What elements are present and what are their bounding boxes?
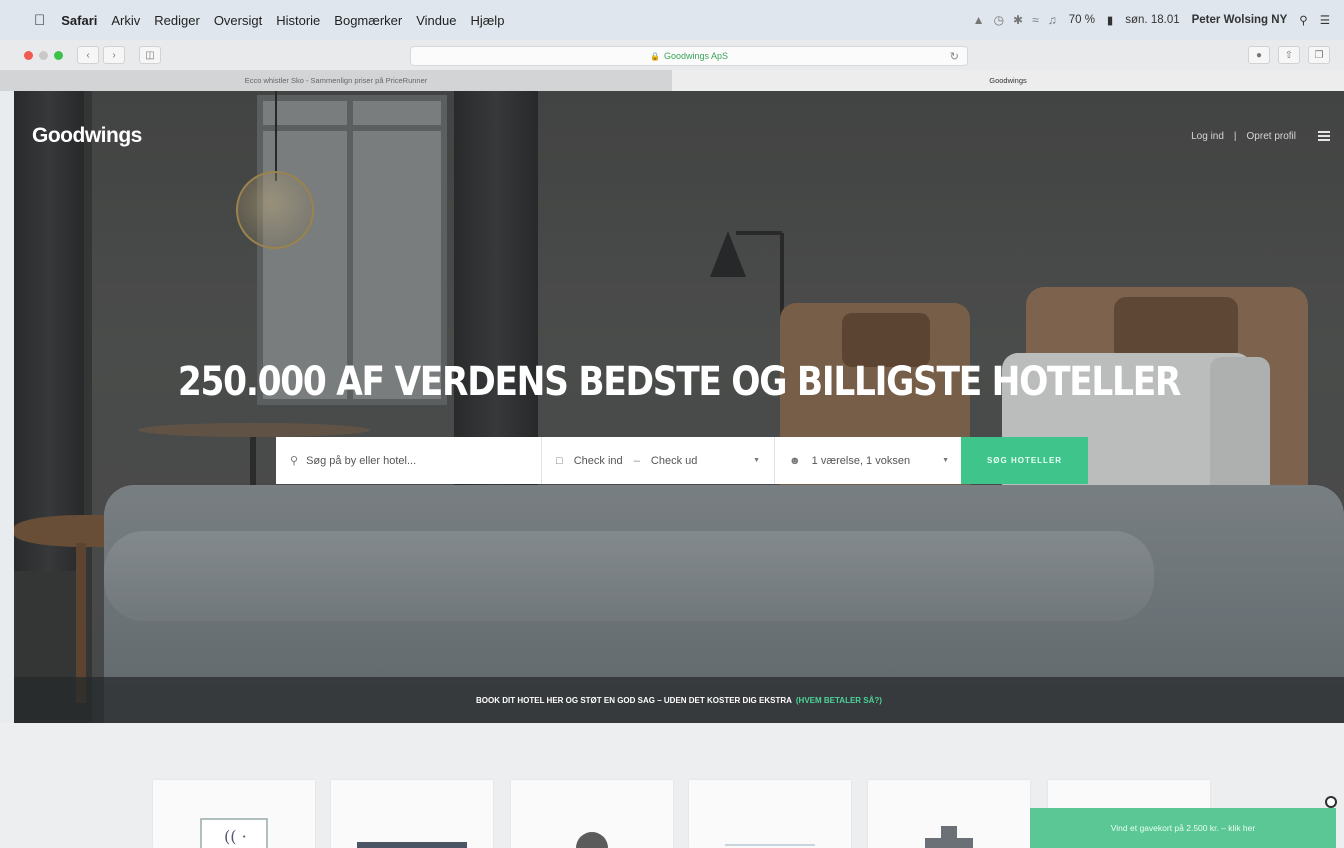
partner-logo-icon: (( · [200,818,268,848]
lock-icon: 🔒 [649,51,660,61]
status-area: ▲ ◷ ✱ ≈ ♫ 70 % ▮ søn. 18.01 Peter Wolsin… [973,13,1330,27]
dropbox-icon[interactable]: ▲ [973,13,985,27]
minimize-window-icon[interactable] [39,50,48,60]
browser-toolbar: ‹ › ◫ 🔒 Goodwings ApS ↻ ● ⇧ ❐ [0,40,1344,70]
guests-select[interactable]: ☻ 1 værelse, 1 voksen ▼ [775,437,961,484]
auth-divider: | [1233,131,1237,142]
search-icon: ⚲ [290,455,299,467]
partner-logo-icon [576,832,608,848]
search-hotels-button[interactable]: SØG HOTELLER [961,437,1088,484]
svg-text:(( ·: (( · [224,827,247,846]
battery-percent[interactable]: 70 % [1069,14,1095,26]
menu-rediger[interactable]: Rediger [154,13,200,28]
reload-icon[interactable]: ↻ [950,50,959,63]
login-link[interactable]: Log ind [1191,131,1224,142]
macos-menu-bar:  Safari Arkiv Rediger Oversigt Historie… [0,0,1344,40]
menu-vindue[interactable]: Vindue [416,13,456,28]
address-text: Goodwings ApS [663,51,728,61]
site-logo[interactable]: Goodwings [32,124,142,148]
promo-banner[interactable]: Vind et gavekort på 2.500 kr. – klik her [1030,808,1336,848]
checkout-label: Check ud [650,454,698,467]
tab-bar: Ecco whistler Sko - Sammenlign priser på… [0,70,1344,91]
destination-input[interactable]: ⚲ Søg på by eller hotel... [276,437,542,484]
auth-links: Log ind | Opret profil [1191,131,1296,142]
partner-card[interactable] [689,780,851,848]
chevron-down-icon: ▼ [753,457,760,464]
tab-pricerunner[interactable]: Ecco whistler Sko - Sammenlign priser på… [0,70,672,91]
address-bar[interactable]: 🔒 Goodwings ApS ↻ [410,46,968,66]
partner-card[interactable] [868,780,1030,848]
plus-cross-icon [925,826,973,848]
partner-card[interactable] [511,780,673,848]
date-range-picker[interactable]: □ Check ind – Check ud ▼ [542,437,775,484]
wifi-icon[interactable]: ≈ [1032,13,1039,27]
hero-section: Goodwings Log ind | Opret profil 250.000… [14,91,1344,723]
menu-hjaelp[interactable]: Hjælp [470,13,504,28]
volume-icon[interactable]: ♫ [1048,13,1057,27]
date-separator: – [633,454,640,467]
window-controls [24,50,63,60]
menu-app-name[interactable]: Safari [61,13,97,28]
tab-goodwings[interactable]: Goodwings [672,70,1344,91]
nav-buttons: ‹ › [77,46,125,64]
hotel-search-form: ⚲ Søg på by eller hotel... □ Check ind –… [276,437,1088,484]
zoom-window-icon[interactable] [54,50,63,60]
menu-oversigt[interactable]: Oversigt [214,13,262,28]
signup-link[interactable]: Opret profil [1247,131,1296,142]
menu-arkiv[interactable]: Arkiv [111,13,140,28]
clock[interactable]: søn. 18.01 [1125,14,1179,26]
hamburger-menu-icon[interactable] [1318,131,1330,141]
back-icon[interactable]: ‹ [77,46,99,64]
notification-center-icon[interactable]: ☰ [1320,13,1330,27]
user-name[interactable]: Peter Wolsing NY [1192,14,1288,26]
charity-text: BOOK DIT HOTEL HER OG STØT EN GOD SAG – … [476,695,792,705]
close-window-icon[interactable] [24,50,33,60]
battery-icon[interactable]: ▮ [1107,13,1113,27]
partner-logo-icon [725,844,815,846]
sidebar-toggle-icon[interactable]: ◫ [139,46,161,64]
tabs-overview-icon[interactable]: ❐ [1308,46,1330,64]
menu-historie[interactable]: Historie [276,13,320,28]
menu-bogmaerker[interactable]: Bogmærker [334,13,402,28]
toolbar-right: ● ⇧ ❐ [1248,46,1330,64]
forward-icon[interactable]: › [103,46,125,64]
close-icon[interactable] [1325,796,1337,808]
chevron-down-icon: ▼ [942,457,949,464]
hero-headline: 250.000 AF VERDENS BEDSTE OG BILLIGSTE H… [177,359,1181,405]
spotlight-icon[interactable]: ⚲ [1299,13,1307,27]
guests-value: 1 værelse, 1 voksen [811,454,911,467]
partner-logo-icon [357,842,467,848]
destination-placeholder: Søg på by eller hotel... [306,454,417,467]
apple-icon[interactable]:  [34,12,45,29]
status-icons: ▲ ◷ ✱ ≈ ♫ [973,13,1057,27]
extension-icon[interactable]: ● [1248,46,1270,64]
share-icon[interactable]: ⇧ [1278,46,1300,64]
checkin-label: Check ind [573,454,623,467]
hero-overlay [14,91,1344,723]
timemachine-icon[interactable]: ◷ [994,13,1004,27]
who-pays-link[interactable]: (HVEM BETALER SÅ?) [796,696,882,705]
charity-banner: BOOK DIT HOTEL HER OG STØT EN GOD SAG – … [14,677,1344,723]
calendar-icon: □ [556,454,563,467]
person-icon: ☻ [789,454,801,467]
partner-card[interactable] [331,780,493,848]
partner-card[interactable]: (( · [153,780,315,848]
bluetooth-icon[interactable]: ✱ [1013,13,1023,27]
